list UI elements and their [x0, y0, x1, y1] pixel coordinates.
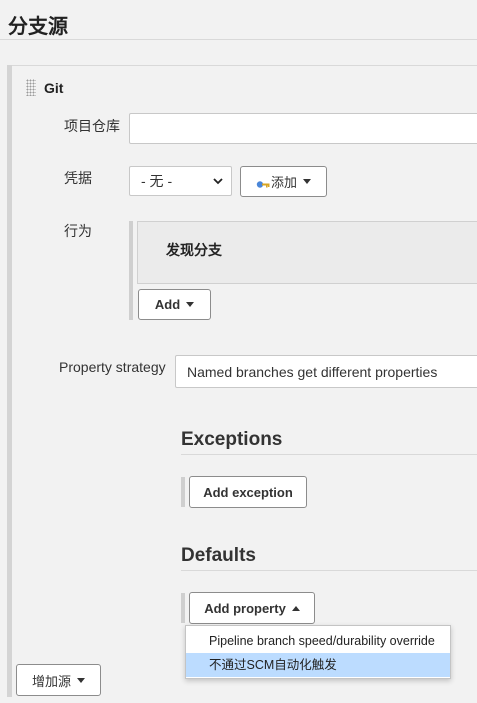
caret-down-icon	[186, 302, 195, 307]
credentials-label: 凭据	[64, 170, 92, 186]
add-credentials-button[interactable]: 添加	[240, 166, 327, 197]
add-behavior-button[interactable]: Add	[138, 289, 211, 320]
repo-url-input[interactable]	[129, 113, 477, 144]
menu-item-pipeline-speed-override[interactable]: Pipeline branch speed/durability overrid…	[186, 629, 450, 653]
add-exception-button[interactable]: Add exception	[189, 476, 307, 508]
property-strategy-select[interactable]: Named branches get different properties	[175, 355, 477, 388]
defaults-heading: Defaults	[181, 545, 256, 566]
caret-up-icon	[291, 605, 300, 611]
credentials-select[interactable]: - 无 -	[129, 166, 232, 196]
key-icon	[256, 177, 270, 188]
drag-handle-icon[interactable]	[26, 79, 36, 96]
caret-down-icon	[77, 677, 85, 683]
behavior-left-bar	[129, 221, 133, 320]
add-property-button[interactable]: Add property	[189, 592, 315, 624]
add-property-menu: Pipeline branch speed/durability overrid…	[185, 625, 451, 679]
chevron-down-icon	[213, 178, 223, 185]
property-strategy-selected: Named branches get different properties	[187, 363, 438, 380]
menu-item-suppress-scm-trigger[interactable]: 不通过SCM自动化触发	[186, 653, 450, 677]
section-title: 分支源	[8, 16, 68, 38]
behavior-label: 行为	[64, 223, 92, 239]
exceptions-left-bar	[181, 477, 185, 507]
add-credentials-label: 添加	[270, 175, 297, 190]
defaults-left-bar	[181, 593, 185, 623]
behavior-item-title: 发现分支	[166, 242, 222, 258]
add-exception-label: Add exception	[203, 484, 293, 500]
defaults-divider	[181, 570, 477, 571]
add-source-label: 增加源	[31, 673, 71, 689]
add-source-button[interactable]: 增加源	[16, 664, 101, 696]
add-behavior-label: Add	[154, 297, 181, 312]
repo-label: 项目仓库	[64, 118, 120, 134]
panel-left-bar	[7, 65, 12, 697]
panel-top-border	[12, 65, 477, 66]
property-strategy-label: Property strategy	[59, 359, 166, 375]
section-divider	[0, 39, 477, 40]
exceptions-divider	[181, 454, 477, 455]
credentials-selected-value: - 无 -	[141, 173, 173, 189]
exceptions-heading: Exceptions	[181, 429, 283, 450]
add-property-label: Add property	[204, 600, 286, 616]
git-source-title: Git	[44, 80, 64, 96]
caret-down-icon	[303, 179, 311, 184]
